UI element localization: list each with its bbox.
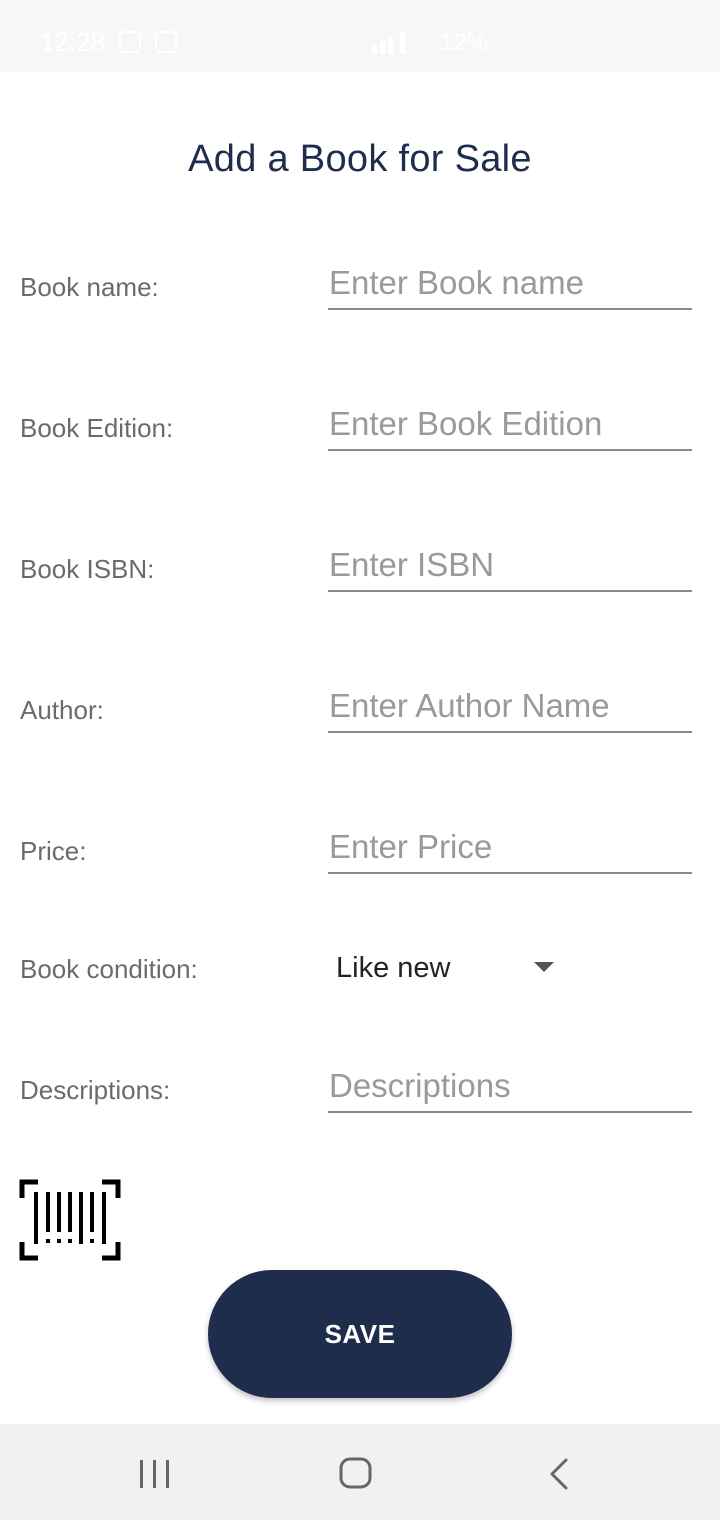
recents-button[interactable]	[95, 1424, 215, 1520]
gallery-icon	[155, 31, 178, 53]
book-condition-label: Book condition:	[20, 954, 198, 984]
status-indicators: 12%	[370, 28, 488, 58]
barcode-scan-button[interactable]	[18, 1178, 122, 1262]
price-input[interactable]	[328, 824, 692, 870]
home-icon	[339, 1457, 372, 1489]
book-condition-dropdown[interactable]: Like new	[336, 946, 566, 990]
author-row: Author:	[0, 683, 720, 763]
book-name-label: Book name:	[20, 272, 159, 302]
book-isbn-field-wrapper	[328, 542, 692, 592]
book-name-row: Book name:	[0, 260, 720, 340]
descriptions-field-wrapper	[328, 1063, 692, 1113]
book-edition-input[interactable]	[328, 401, 692, 447]
book-condition-value: Like new	[336, 951, 451, 984]
book-edition-label: Book Edition:	[20, 413, 174, 443]
descriptions-row: Descriptions:	[0, 1063, 720, 1143]
book-isbn-label: Book ISBN:	[20, 554, 155, 584]
navigation-bar	[0, 1424, 720, 1520]
dropdown-arrow-icon	[534, 962, 554, 972]
status-left: 12:28	[40, 26, 178, 58]
save-button[interactable]: SAVE	[208, 1270, 512, 1398]
descriptions-input[interactable]	[328, 1063, 692, 1109]
book-isbn-input[interactable]	[328, 542, 692, 588]
price-row: Price:	[0, 824, 720, 904]
barcode-scan-icon	[19, 1179, 121, 1261]
back-button[interactable]	[498, 1424, 618, 1520]
notification-icon	[119, 31, 142, 53]
back-icon	[550, 1458, 568, 1490]
author-field-wrapper	[328, 683, 692, 733]
home-button[interactable]	[296, 1424, 416, 1520]
page-title: Add a Book for Sale	[188, 138, 532, 180]
author-input[interactable]	[328, 683, 692, 729]
signal-icon	[372, 32, 405, 54]
book-name-input[interactable]	[328, 260, 692, 306]
book-edition-field-wrapper	[328, 401, 692, 451]
status-time: 12:28	[40, 26, 106, 57]
book-name-field-wrapper	[328, 260, 692, 310]
author-label: Author:	[20, 695, 104, 725]
battery-percent: 12%	[440, 29, 489, 56]
book-isbn-row: Book ISBN:	[0, 542, 720, 622]
descriptions-label: Descriptions:	[20, 1075, 171, 1105]
price-field-wrapper	[328, 824, 692, 874]
status-bar: 12:28 12%	[0, 0, 720, 72]
recents-icon	[140, 1460, 169, 1488]
price-label: Price:	[20, 836, 87, 866]
book-edition-row: Book Edition:	[0, 401, 720, 481]
